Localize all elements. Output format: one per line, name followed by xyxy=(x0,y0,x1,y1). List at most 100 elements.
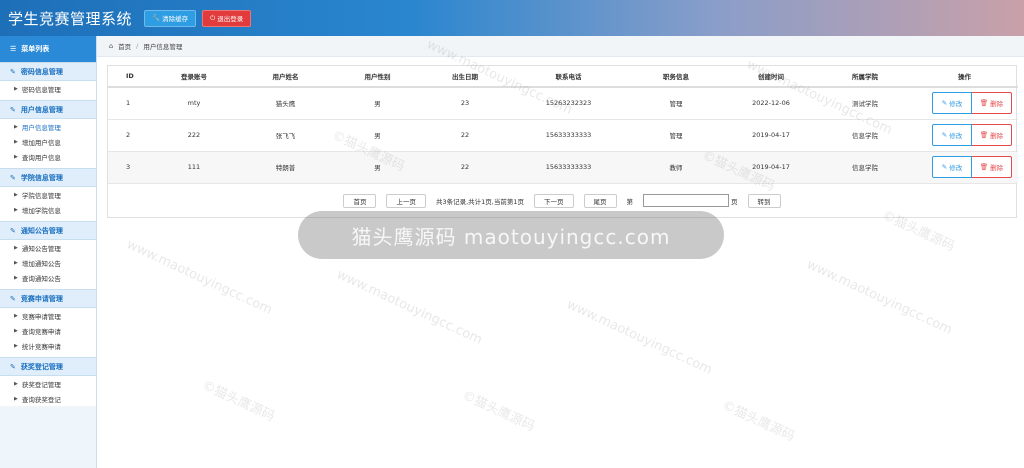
sidebar-group-user[interactable]: ✎ 用户信息管理 xyxy=(0,100,96,119)
edit-icon: ✎ xyxy=(10,173,16,182)
sidebar-item-competition-query[interactable]: ▶ 查询竞赛申请 xyxy=(0,323,96,338)
table-row: 2 222 张飞飞 男 22 15633333333 管理 2019-04-17… xyxy=(108,118,1018,151)
col-header: 联系电话 xyxy=(508,66,629,88)
table-row: 1 mty 猫头鹰 男 23 15263232323 管理 2022-12-06… xyxy=(108,86,1018,119)
sidebar-item-notice-add[interactable]: ▶ 增加通知公告 xyxy=(0,255,96,270)
sidebar: ☰ 菜单列表 ✎ 密码信息管理 ▶ 密码信息管理 ✎ 用户信息管理 ▶ 用户信息管理… xyxy=(0,36,97,468)
breadcrumb-current: 用户信息管理 xyxy=(143,43,183,51)
col-header: 用户姓名 xyxy=(238,66,333,88)
sidebar-item-user-add[interactable]: ▶ 增加用户信息 xyxy=(0,134,96,149)
sidebar-item-notice-manage[interactable]: ▶ 通知公告管理 xyxy=(0,240,96,255)
sidebar-item-label: 增加用户信息 xyxy=(21,138,61,147)
breadcrumb-home[interactable]: 首页 xyxy=(118,41,131,51)
delete-label: 删除 xyxy=(990,100,1004,109)
caret-right-icon: ▶ xyxy=(14,312,18,319)
delete-label: 删除 xyxy=(990,132,1004,140)
sidebar-item-user-query[interactable]: ▶ 查询用户信息 xyxy=(0,149,96,164)
group-label: 学院信息管理 xyxy=(20,173,63,182)
trash-icon: 🗑 xyxy=(979,131,989,139)
sidebar-item-label: 增加通知公告 xyxy=(21,259,61,268)
sidebar-group-notice[interactable]: ✎ 通知公告管理 xyxy=(0,221,96,240)
caret-right-icon: ▶ xyxy=(14,244,18,251)
table-cell: 22 xyxy=(422,118,508,151)
list-icon: ☰ xyxy=(10,45,17,53)
table-cell: 15633333333 xyxy=(508,118,629,151)
table-cell: 3 xyxy=(108,150,150,183)
col-header: 登录账号 xyxy=(150,66,238,88)
edit-icon: ✎ xyxy=(10,362,16,371)
clear-cache-label: 清除缓存 xyxy=(162,15,189,23)
table-cell: mty xyxy=(150,86,238,119)
caret-right-icon: ▶ xyxy=(14,206,18,213)
sidebar-item-label: 查询通知公告 xyxy=(21,274,61,283)
caret-right-icon: ▶ xyxy=(14,395,18,402)
table-cell: 猫头鹰 xyxy=(238,86,333,119)
edit-button[interactable]: ✎ 修改 xyxy=(932,156,972,179)
sidebar-item-password-manage[interactable]: ▶ 密码信息管理 xyxy=(0,81,96,96)
go-page-button[interactable]: 转到 xyxy=(747,193,781,208)
sidebar-item-label: 学院信息管理 xyxy=(21,191,61,200)
sidebar-item-label: 增加学院信息 xyxy=(21,206,61,215)
last-page-button[interactable]: 尾页 xyxy=(583,193,617,208)
delete-button[interactable]: 🗑 删除 xyxy=(972,156,1012,179)
sidebar-item-label: 通知公告管理 xyxy=(21,244,61,253)
edit-icon: ✎ xyxy=(10,105,16,114)
watermark: www.maotouyingcc.com xyxy=(334,267,485,348)
user-table-panel: ID 登录账号 用户姓名 用户性别 出生日期 联系电话 职务信息 创建时间 所属… xyxy=(107,65,1018,218)
home-icon: ⌂ xyxy=(109,42,114,50)
caret-right-icon: ▶ xyxy=(14,259,18,266)
sidebar-item-user-manage[interactable]: ▶ 用户信息管理 xyxy=(0,119,96,134)
table-cell: 111 xyxy=(150,150,238,183)
caret-right-icon: ▶ xyxy=(14,191,18,198)
group-label: 获奖登记管理 xyxy=(20,362,63,371)
delete-button[interactable]: 🗑 删除 xyxy=(972,92,1012,115)
sidebar-item-notice-query[interactable]: ▶ 查询通知公告 xyxy=(0,270,96,285)
sidebar-item-award-manage[interactable]: ▶ 获奖登记管理 xyxy=(0,376,96,391)
sidebar-item-label: 查询获奖登记 xyxy=(21,395,61,404)
table-cell: 2 xyxy=(108,118,150,151)
table-cell: 信息学院 xyxy=(819,118,911,151)
first-page-button[interactable]: 首页 xyxy=(343,193,377,208)
sidebar-item-competition-manage[interactable]: ▶ 竞赛申请管理 xyxy=(0,308,96,323)
group-label: 用户信息管理 xyxy=(20,105,63,114)
sidebar-group-competition[interactable]: ✎ 竞赛申请管理 xyxy=(0,289,96,308)
edit-icon: ✎ xyxy=(941,131,948,139)
logout-button[interactable]: ⏻ 退出登录 xyxy=(202,9,252,27)
delete-button[interactable]: 🗑 删除 xyxy=(972,124,1012,146)
sidebar-item-label: 查询竞赛申请 xyxy=(21,327,61,336)
trash-icon: 🗑 xyxy=(979,99,989,108)
power-icon: ⏻ xyxy=(210,13,216,22)
sidebar-item-college-add[interactable]: ▶ 增加学院信息 xyxy=(0,202,96,217)
table-cell: 特朗普 xyxy=(238,150,333,183)
trash-icon: 🗑 xyxy=(979,163,989,172)
clear-cache-button[interactable]: 🔧 清除缓存 xyxy=(144,9,197,27)
edit-icon: ✎ xyxy=(10,226,16,235)
edit-button[interactable]: ✎ 修改 xyxy=(932,124,972,146)
table-cell: 2022-12-06 xyxy=(723,86,819,119)
sidebar-item-label: 用户信息管理 xyxy=(21,123,61,132)
table-cell: 男 xyxy=(333,150,422,183)
breadcrumb-separator: / xyxy=(136,42,139,50)
edit-button[interactable]: ✎ 修改 xyxy=(932,92,972,115)
table-cell: 22 xyxy=(422,150,508,183)
table-cell: 男 xyxy=(333,118,422,151)
col-header: 职务信息 xyxy=(629,66,723,88)
col-header: 出生日期 xyxy=(422,66,508,88)
sidebar-group-award[interactable]: ✎ 获奖登记管理 xyxy=(0,357,96,376)
caret-right-icon: ▶ xyxy=(14,274,18,281)
table-cell: 2019-04-17 xyxy=(723,118,819,151)
table-cell: 男 xyxy=(333,86,422,119)
prev-page-button[interactable]: 上一页 xyxy=(386,193,426,208)
page-number-input[interactable] xyxy=(643,194,730,207)
caret-right-icon: ▶ xyxy=(14,85,18,92)
sidebar-group-password[interactable]: ✎ 密码信息管理 xyxy=(0,62,96,81)
sidebar-item-college-manage[interactable]: ▶ 学院信息管理 xyxy=(0,187,96,202)
table-cell: 管理 xyxy=(629,118,723,151)
edit-icon: ✎ xyxy=(941,163,948,172)
sidebar-item-competition-stats[interactable]: ▶ 统计竞赛申请 xyxy=(0,338,96,353)
table-cell: 222 xyxy=(150,118,238,151)
sidebar-item-award-query[interactable]: ▶ 查询获奖登记 xyxy=(0,391,96,406)
sidebar-group-college[interactable]: ✎ 学院信息管理 xyxy=(0,168,96,187)
watermark: www.maotouyingcc.com xyxy=(804,257,955,338)
next-page-button[interactable]: 下一页 xyxy=(534,193,574,208)
